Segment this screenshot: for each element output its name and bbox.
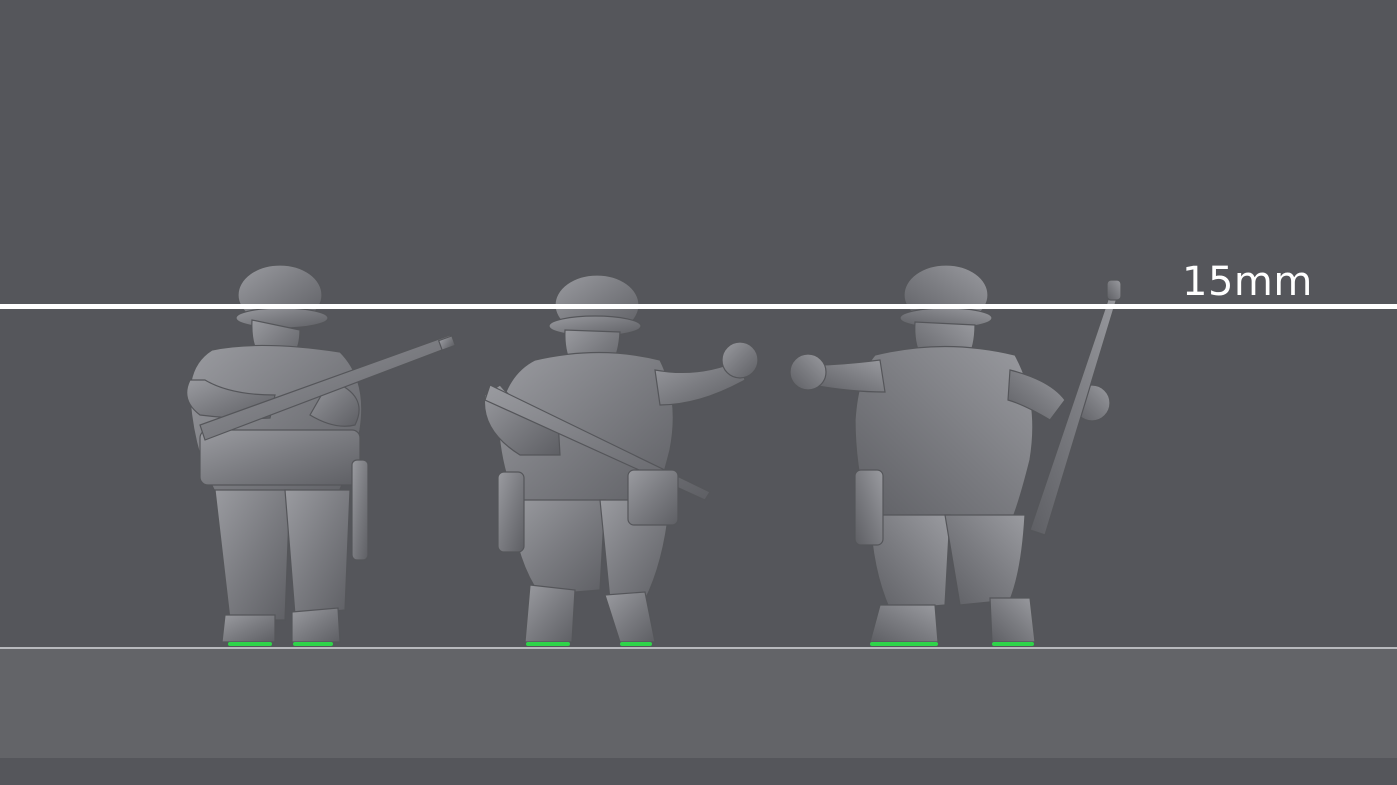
miniatures-scene xyxy=(186,264,1122,646)
soldier-aiming-rifle xyxy=(186,264,457,643)
base-highlights xyxy=(228,642,1034,646)
scale-label: 15mm xyxy=(1182,259,1313,305)
soldier-shouting-holding-rifle xyxy=(789,264,1122,643)
soldier-shouting-pointing xyxy=(483,274,759,643)
